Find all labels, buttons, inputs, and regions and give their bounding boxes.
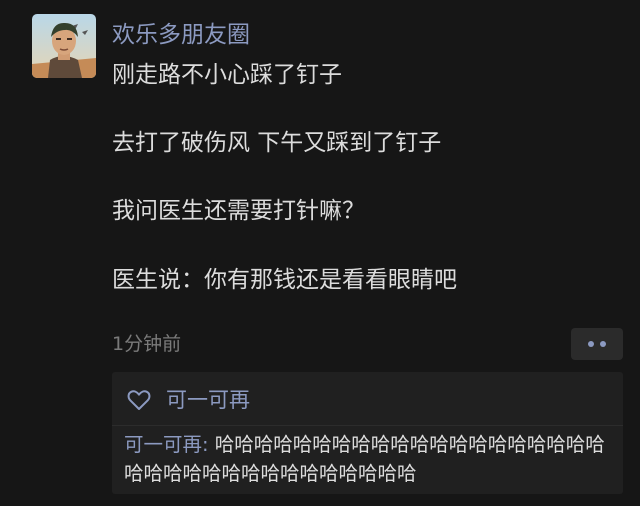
post-text-line: 我问医生还需要打针嘛？	[112, 198, 365, 224]
post-text-line: 去打了破伤风 下午又踩到了钉子	[112, 130, 442, 156]
post-text-line: 医生说：你有那钱还是看看眼睛吧	[112, 267, 457, 293]
more-actions-button[interactable]	[571, 328, 623, 360]
avatar-image	[32, 14, 96, 78]
comment-item[interactable]: 可一可再: 哈哈哈哈哈哈哈哈哈哈哈哈哈哈哈哈哈哈哈哈哈哈哈哈哈哈哈哈哈哈哈哈哈哈…	[124, 430, 618, 488]
avatar[interactable]	[32, 14, 96, 78]
post-timestamp: 1分钟前	[112, 333, 182, 355]
post-text-line: 刚走路不小心踩了钉子	[112, 62, 342, 88]
divider	[112, 425, 623, 426]
like-user-name[interactable]: 可一可再	[166, 385, 250, 415]
post-author-name[interactable]: 欢乐多朋友圈	[112, 18, 250, 52]
interaction-panel: 可一可再 可一可再: 哈哈哈哈哈哈哈哈哈哈哈哈哈哈哈哈哈哈哈哈哈哈哈哈哈哈哈哈哈…	[112, 372, 623, 494]
comment-author[interactable]: 可一可再	[124, 433, 202, 456]
comment-separator: :	[202, 433, 215, 456]
more-dots-icon	[588, 341, 594, 347]
heart-outline-icon	[127, 390, 151, 410]
likes-row: 可一可再	[126, 384, 250, 416]
more-dots-icon	[600, 341, 606, 347]
